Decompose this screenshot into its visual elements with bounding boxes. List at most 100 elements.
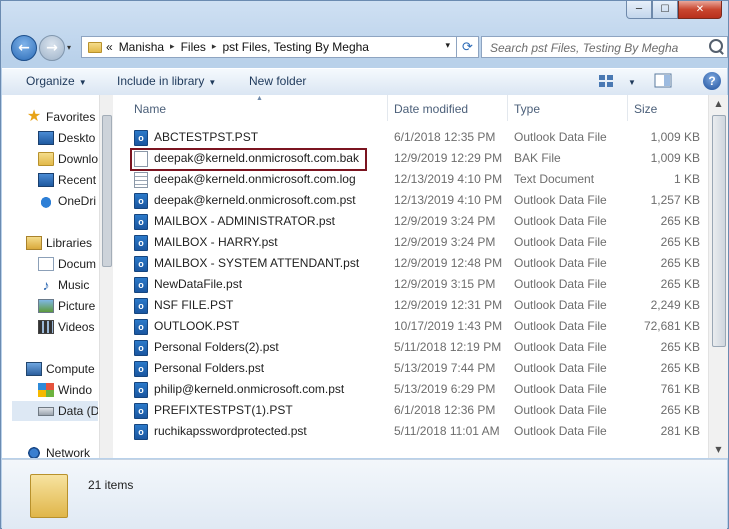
file-row[interactable]: o MAILBOX - SYSTEM ATTENDANT.pst 12/9/2019… [113,253,708,274]
sidebar-item-libraries[interactable]: Libraries [26,233,92,253]
file-list: ▲ Name Date modified Type Size o ABCTESTP… [113,95,708,458]
command-bar: Organize ▼ Include in library ▼ New folder… [2,68,727,96]
desktop-icon [38,131,54,145]
new-folder-button[interactable]: New folder [249,74,306,88]
file-name: deepak@kerneld.onmicrosoft.com.pst [154,193,356,207]
forward-arrow-icon: → [46,40,58,56]
outlook-file-icon: o [134,256,148,272]
file-list-scrollbar[interactable]: ▲ ▼ [708,95,728,458]
file-row[interactable]: o MAILBOX - HARRY.pst 12/9/2019 3:24 PM Out… [113,232,708,253]
file-date: 12/9/2019 3:24 PM [394,235,496,249]
include-in-library-button[interactable]: Include in library ▼ [117,74,216,88]
sidebar-item-videos[interactable]: Videos [38,317,94,337]
forward-button[interactable]: → [39,35,65,61]
sidebar-item-onedrive[interactable]: OneDri [38,191,96,211]
breadcrumb-overflow[interactable]: « [106,40,113,54]
explorer-window: ─ ☐ ✕ ← → ▾ « Manisha ▸ Files ▸ pst File… [0,0,729,529]
preview-pane-button[interactable] [654,73,672,92]
recent-pages-dropdown[interactable]: ▾ [67,43,71,52]
sidebar-item-computer[interactable]: Compute [26,359,95,379]
search-icon[interactable] [709,39,723,53]
navigation-scrollbar[interactable] [99,95,113,458]
scroll-up-icon[interactable]: ▲ [709,95,728,112]
view-options-dropdown[interactable]: ▼ [624,74,636,88]
file-row[interactable]: o Personal Folders(2).pst 5/11/2018 12:19 … [113,337,708,358]
outlook-file-icon: o [134,130,148,146]
maximize-button[interactable]: ☐ [652,1,678,19]
chevron-down-icon: ▼ [78,78,87,87]
file-name: ruchikapsswordprotected.pst [154,424,307,438]
outlook-file-icon: o [134,319,148,335]
file-row[interactable]: o NewDataFile.pst 12/9/2019 3:15 PM Outlook… [113,274,708,295]
file-row[interactable]: o ABCTESTPST.PST 6/1/2018 12:35 PM Outlook … [113,127,708,148]
documents-icon [38,257,54,271]
column-divider [627,95,628,121]
file-row[interactable]: o philip@kerneld.onmicrosoft.com.pst 5/13/… [113,379,708,400]
file-row[interactable]: o deepak@kerneld.onmicrosoft.com.pst 12/13… [113,190,708,211]
address-bar[interactable]: « Manisha ▸ Files ▸ pst Files, Testing B… [81,36,457,58]
file-size: 265 KB [660,256,700,270]
file-type: Outlook Data File [514,361,607,375]
column-date-modified[interactable]: Date modified [394,102,468,116]
file-type: Outlook Data File [514,382,607,396]
sidebar-item-desktop[interactable]: Deskto [38,128,95,148]
file-date: 12/13/2019 4:10 PM [394,193,503,207]
highlight-box [130,148,367,171]
search-input[interactable] [488,38,702,58]
sidebar-item-documents[interactable]: Docum [38,254,96,274]
help-button[interactable]: ? [703,72,721,90]
file-date: 12/9/2019 3:24 PM [394,214,496,228]
star-icon: ★ [26,108,42,125]
organize-button[interactable]: Organize ▼ [26,74,87,88]
file-name: MAILBOX - SYSTEM ATTENDANT.pst [154,256,360,270]
file-row[interactable]: o NSF FILE.PST 12/9/2019 12:31 PM Outlook D… [113,295,708,316]
column-type[interactable]: Type [514,102,540,116]
music-icon: ♪ [42,277,50,293]
refresh-button[interactable]: ⟳ [457,36,479,58]
address-dropdown-icon[interactable]: ▾ [445,41,450,51]
file-row[interactable]: o OUTLOOK.PST 10/17/2019 1:43 PM Outlook Da… [113,316,708,337]
navigation-scroll-thumb[interactable] [102,115,112,267]
column-size[interactable]: Size [634,102,657,116]
sidebar-item-network[interactable]: Network [26,443,90,458]
sidebar-item-favorites[interactable]: ★ Favorites [26,107,96,127]
sidebar-item-pictures[interactable]: Picture [38,296,95,316]
scroll-thumb[interactable] [712,115,726,347]
sidebar-item-recent[interactable]: Recent [38,170,96,190]
change-view-button[interactable] [598,73,614,92]
item-count: 21 items [88,478,134,492]
search-box[interactable] [481,36,728,58]
breadcrumb-manisha[interactable]: Manisha [119,40,164,54]
minimize-button[interactable]: ─ [626,1,652,19]
column-divider [507,95,508,121]
navigation-pane: ★ Favorites Deskto Downlo Recent OneDri L… [2,95,98,458]
breadcrumb-separator-icon[interactable]: ▸ [170,42,175,52]
text-file-icon [134,172,148,188]
file-size: 1,009 KB [650,151,700,165]
scroll-down-icon[interactable]: ▼ [709,441,728,458]
file-name: deepak@kerneld.onmicrosoft.com.log [154,172,356,186]
sidebar-item-data-drive[interactable]: Data (D [12,401,98,421]
file-row[interactable]: o ruchikapsswordprotected.pst 5/11/2018 11… [113,421,708,442]
preview-pane-icon [654,73,672,88]
back-button[interactable]: ← [11,35,37,61]
breadcrumb-separator-icon[interactable]: ▸ [212,42,217,52]
outlook-file-icon: o [134,298,148,314]
sidebar-item-music[interactable]: ♪ Music [38,275,90,295]
file-row[interactable]: o PREFIXTESTPST(1).PST 6/1/2018 12:36 PM Ou… [113,400,708,421]
file-name: ABCTESTPST.PST [154,130,259,144]
outlook-file-icon: o [134,214,148,230]
close-button[interactable]: ✕ [678,1,722,19]
sidebar-item-downloads[interactable]: Downlo [38,149,98,169]
breadcrumb-pst-files[interactable]: pst Files, Testing By Megha [222,40,369,54]
sidebar-item-windows[interactable]: Windo [38,380,92,400]
breadcrumb-files[interactable]: Files [181,40,206,54]
file-date: 5/11/2018 11:01 AM [394,424,500,438]
column-name[interactable]: Name [134,102,166,116]
file-row[interactable]: o MAILBOX - ADMINISTRATOR.pst 12/9/2019 3:… [113,211,708,232]
file-row[interactable]: o Personal Folders.pst 5/13/2019 7:44 PM Ou… [113,358,708,379]
network-icon [26,446,42,458]
file-name: Personal Folders(2).pst [154,340,279,354]
chevron-down-icon: ▼ [208,78,217,87]
file-row[interactable]: deepak@kerneld.onmicrosoft.com.log 12/13/… [113,169,708,190]
